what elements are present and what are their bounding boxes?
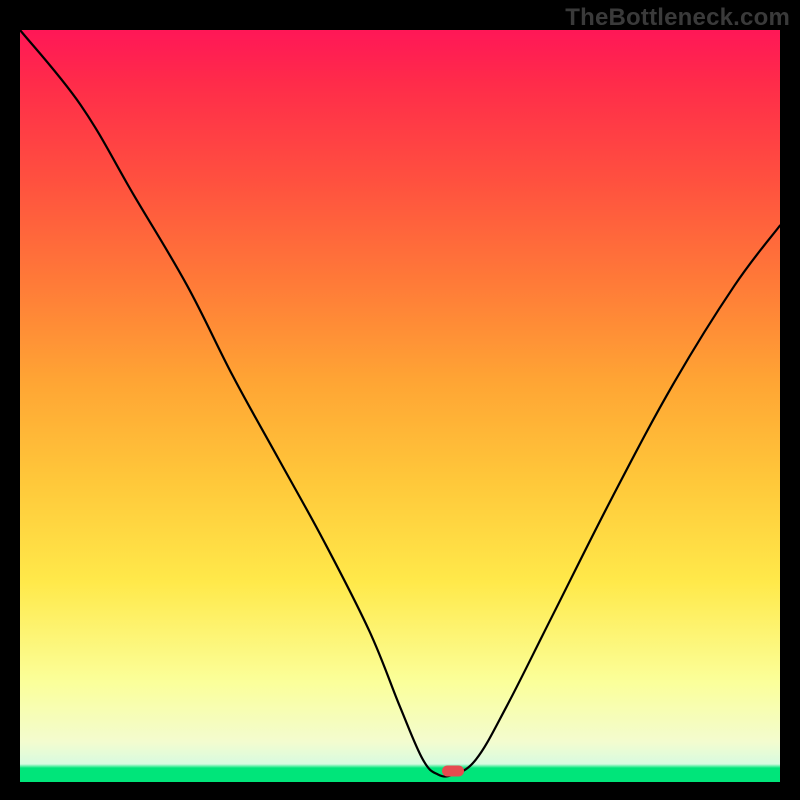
chart-container: TheBottleneck.com: [0, 0, 800, 800]
optimal-marker: [442, 765, 464, 776]
bottleneck-curve: [20, 30, 780, 782]
watermark-text: TheBottleneck.com: [565, 4, 790, 32]
plot-frame: [20, 30, 780, 782]
